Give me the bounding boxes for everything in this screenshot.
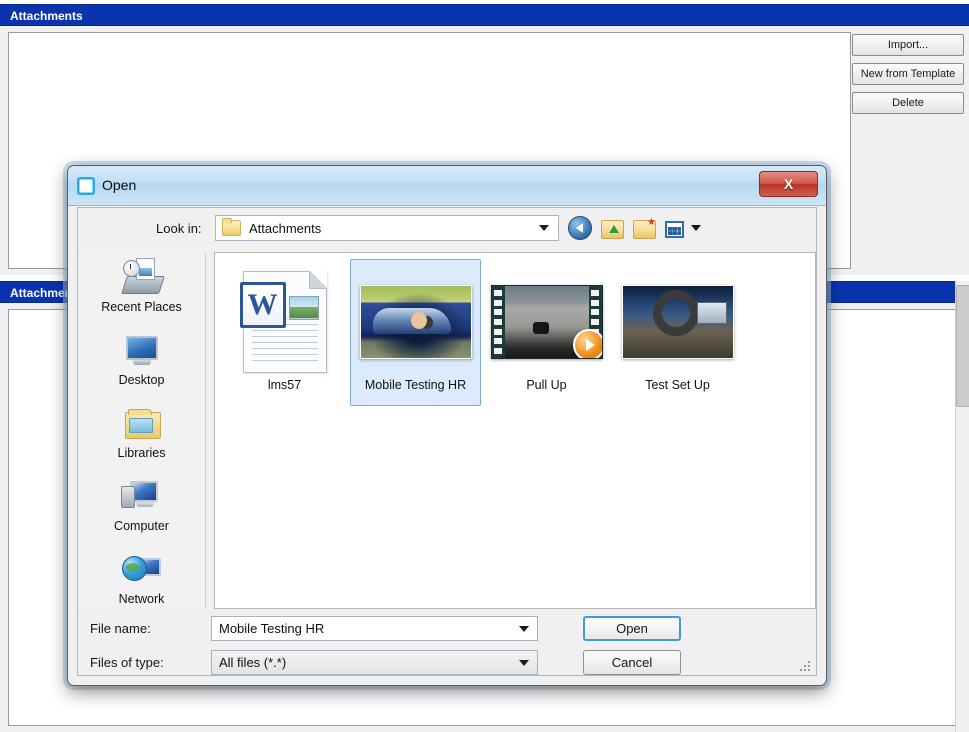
computer-icon xyxy=(120,477,164,517)
views-chevron-down-icon[interactable] xyxy=(691,225,701,231)
file-name-chevron-down-icon[interactable] xyxy=(519,625,529,632)
files-of-type-chevron-down-icon[interactable] xyxy=(519,659,529,666)
lookin-value: Attachments xyxy=(249,220,322,236)
create-new-folder-icon[interactable] xyxy=(633,218,656,239)
sidebar-label-libraries: Libraries xyxy=(117,446,166,460)
play-badge-icon xyxy=(572,329,602,358)
sidebar-item-network[interactable]: Network xyxy=(78,544,205,617)
files-of-type-value: All files (*.*) xyxy=(219,655,287,670)
file-item-test-set-up[interactable]: Test Set Up xyxy=(612,259,743,406)
image-thumbnail-icon xyxy=(359,266,472,378)
folder-icon xyxy=(222,218,241,236)
file-label-mobile-testing-hr: Mobile Testing HR xyxy=(364,378,467,392)
resize-grip[interactable] xyxy=(799,659,812,672)
delete-button[interactable]: Delete xyxy=(852,92,964,114)
open-button[interactable]: Open xyxy=(583,616,681,641)
file-item-lms57[interactable]: W lms57 xyxy=(219,259,350,406)
file-name-input[interactable]: Mobile Testing HR xyxy=(211,616,538,641)
dialog-footer: File name: Mobile Testing HR Files of ty… xyxy=(78,609,816,675)
panel-1-title: Attachments xyxy=(0,4,969,26)
file-name-label: File name: xyxy=(90,621,151,636)
sidebar-label-recent-places: Recent Places xyxy=(101,300,182,314)
lookin-label: Look in: xyxy=(156,221,202,236)
desktop-icon xyxy=(120,331,164,371)
cancel-button[interactable]: Cancel xyxy=(583,650,681,675)
dialog-title: Open xyxy=(102,177,137,193)
dialog-toolbar xyxy=(568,216,701,240)
dialog-body: Look in: Attachments ★ Recent Places Des… xyxy=(77,207,817,676)
up-one-level-icon[interactable] xyxy=(601,220,624,239)
sidebar-item-recent-places[interactable]: Recent Places xyxy=(78,252,205,325)
file-name-value: Mobile Testing HR xyxy=(219,621,325,636)
app-x-icon xyxy=(77,177,95,195)
sidebar-item-desktop[interactable]: Desktop xyxy=(78,325,205,398)
sidebar-label-desktop: Desktop xyxy=(118,373,165,387)
open-file-dialog: Open X Look in: Attachments ★ Recent Pla… xyxy=(67,165,827,686)
files-of-type-select[interactable]: All files (*.*) xyxy=(211,650,538,675)
sidebar-label-computer: Computer xyxy=(114,519,169,533)
file-item-mobile-testing-hr[interactable]: Mobile Testing HR xyxy=(350,259,481,406)
recent-places-icon xyxy=(120,258,165,298)
background-scrollbar-thumb[interactable] xyxy=(956,285,969,407)
lookin-combobox[interactable]: Attachments xyxy=(215,215,559,241)
sidebar-item-libraries[interactable]: Libraries xyxy=(78,398,205,471)
import-button[interactable]: Import... xyxy=(852,34,964,56)
file-label-test-set-up: Test Set Up xyxy=(645,378,710,392)
places-bar: Recent Places Desktop Libraries Computer… xyxy=(78,252,206,609)
file-label-pull-up: Pull Up xyxy=(526,378,567,392)
dialog-titlebar[interactable]: Open X xyxy=(68,166,826,206)
close-button[interactable]: X xyxy=(759,171,818,197)
panel-1-actions: Import... New from Template Delete xyxy=(852,34,965,121)
network-icon xyxy=(120,550,164,590)
new-from-template-button[interactable]: New from Template xyxy=(852,63,964,85)
lookin-row: Look in: Attachments xyxy=(78,208,816,252)
sidebar-item-computer[interactable]: Computer xyxy=(78,471,205,544)
image-thumbnail-icon-2 xyxy=(621,266,734,378)
video-thumbnail-icon xyxy=(490,266,603,378)
libraries-icon xyxy=(120,404,164,444)
file-list[interactable]: W lms57 Mobile Testing HR Pull Up Test S… xyxy=(214,252,816,609)
file-item-pull-up[interactable]: Pull Up xyxy=(481,259,612,406)
files-of-type-label: Files of type: xyxy=(90,655,164,670)
sidebar-label-network: Network xyxy=(118,592,165,606)
file-label-lms57: lms57 xyxy=(267,378,302,392)
chevron-down-icon[interactable] xyxy=(539,225,549,231)
back-icon[interactable] xyxy=(568,216,592,240)
views-icon[interactable] xyxy=(665,221,684,238)
word-document-icon: W xyxy=(229,266,341,378)
